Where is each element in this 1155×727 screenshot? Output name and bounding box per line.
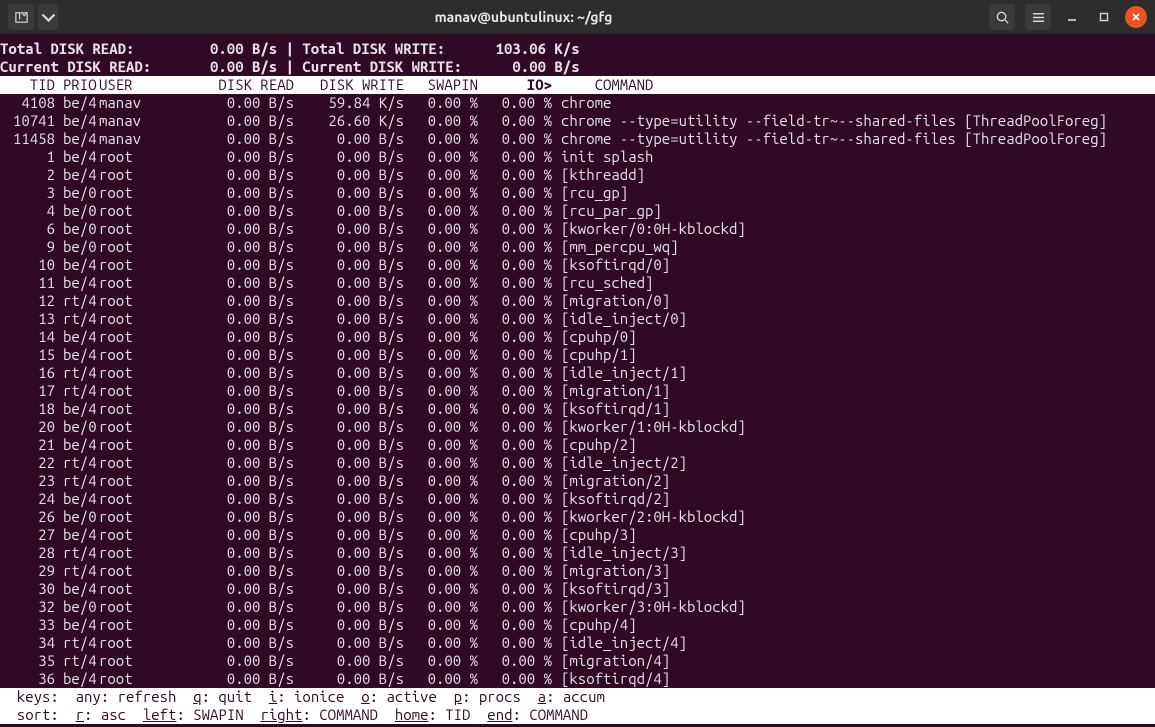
process-row[interactable]: 17rt/4root0.00 B/s0.00 B/s0.00 %0.00 %[m…: [0, 382, 1155, 400]
new-tab-button[interactable]: [8, 4, 34, 30]
process-row[interactable]: 36be/4root0.00 B/s0.00 B/s0.00 %0.00 %[k…: [0, 670, 1155, 688]
terminal[interactable]: Total DISK READ: 0.00 B/s | Total DISK W…: [0, 34, 1155, 727]
titlebar: manav@ubuntulinux: ~/gfg: [0, 0, 1155, 34]
col-disk-read[interactable]: DISK READ: [170, 76, 294, 94]
process-row[interactable]: 30be/4root0.00 B/s0.00 B/s0.00 %0.00 %[k…: [0, 580, 1155, 598]
minimize-button[interactable]: [1061, 6, 1083, 28]
process-row[interactable]: 32be/0root0.00 B/s0.00 B/s0.00 %0.00 %[k…: [0, 598, 1155, 616]
process-row[interactable]: 3be/0root0.00 B/s0.00 B/s0.00 %0.00 %[rc…: [0, 184, 1155, 202]
process-row[interactable]: 1be/4root0.00 B/s0.00 B/s0.00 %0.00 %ini…: [0, 148, 1155, 166]
search-icon: [995, 10, 1010, 25]
col-prio[interactable]: PRIO: [55, 76, 99, 94]
keybinds-sort: sort: r: asc left: SWAPIN right: COMMAND…: [0, 706, 1155, 724]
process-row[interactable]: 27be/4root0.00 B/s0.00 B/s0.00 %0.00 %[c…: [0, 526, 1155, 544]
process-row[interactable]: 26be/0root0.00 B/s0.00 B/s0.00 %0.00 %[k…: [0, 508, 1155, 526]
process-row[interactable]: 12rt/4root0.00 B/s0.00 B/s0.00 %0.00 %[m…: [0, 292, 1155, 310]
window-title: manav@ubuntulinux: ~/gfg: [58, 9, 989, 25]
minimize-icon: [1067, 12, 1077, 22]
col-user[interactable]: USER: [99, 76, 170, 94]
process-row[interactable]: 13rt/4root0.00 B/s0.00 B/s0.00 %0.00 %[i…: [0, 310, 1155, 328]
process-row[interactable]: 24be/4root0.00 B/s0.00 B/s0.00 %0.00 %[k…: [0, 490, 1155, 508]
summary-current: Current DISK READ: 0.00 B/s | Current DI…: [0, 58, 1155, 76]
process-row[interactable]: 16rt/4root0.00 B/s0.00 B/s0.00 %0.00 %[i…: [0, 364, 1155, 382]
col-disk-write[interactable]: DISK WRITE: [294, 76, 404, 94]
process-row[interactable]: 14be/4root0.00 B/s0.00 B/s0.00 %0.00 %[c…: [0, 328, 1155, 346]
process-row[interactable]: 10741be/4manav0.00 B/s26.60 K/s0.00 %0.0…: [0, 112, 1155, 130]
process-row[interactable]: 9be/0root0.00 B/s0.00 B/s0.00 %0.00 %[mm…: [0, 238, 1155, 256]
process-row[interactable]: 22rt/4root0.00 B/s0.00 B/s0.00 %0.00 %[i…: [0, 454, 1155, 472]
col-command[interactable]: COMMAND: [552, 76, 1155, 94]
maximize-icon: [1099, 12, 1109, 22]
process-row[interactable]: 20be/0root0.00 B/s0.00 B/s0.00 %0.00 %[k…: [0, 418, 1155, 436]
process-row[interactable]: 11458be/4manav0.00 B/s0.00 B/s0.00 %0.00…: [0, 130, 1155, 148]
col-swapin[interactable]: SWAPIN: [404, 76, 478, 94]
close-icon: [1131, 12, 1141, 22]
process-row[interactable]: 28rt/4root0.00 B/s0.00 B/s0.00 %0.00 %[i…: [0, 544, 1155, 562]
summary-total: Total DISK READ: 0.00 B/s | Total DISK W…: [0, 40, 1155, 58]
process-row[interactable]: 23rt/4root0.00 B/s0.00 B/s0.00 %0.00 %[m…: [0, 472, 1155, 490]
process-row[interactable]: 4be/0root0.00 B/s0.00 B/s0.00 %0.00 %[rc…: [0, 202, 1155, 220]
process-row[interactable]: 34rt/4root0.00 B/s0.00 B/s0.00 %0.00 %[i…: [0, 634, 1155, 652]
process-row[interactable]: 6be/0root0.00 B/s0.00 B/s0.00 %0.00 %[kw…: [0, 220, 1155, 238]
process-row[interactable]: 29rt/4root0.00 B/s0.00 B/s0.00 %0.00 %[m…: [0, 562, 1155, 580]
process-row[interactable]: 33be/4root0.00 B/s0.00 B/s0.00 %0.00 %[c…: [0, 616, 1155, 634]
process-list: 4108be/4manav0.00 B/s59.84 K/s0.00 %0.00…: [0, 94, 1155, 688]
column-header[interactable]: TID PRIO USER DISK READ DISK WRITE SWAPI…: [0, 76, 1155, 94]
hamburger-icon: [1031, 10, 1046, 25]
search-button[interactable]: [989, 4, 1015, 30]
process-row[interactable]: 10be/4root0.00 B/s0.00 B/s0.00 %0.00 %[k…: [0, 256, 1155, 274]
process-row[interactable]: 4108be/4manav0.00 B/s59.84 K/s0.00 %0.00…: [0, 94, 1155, 112]
col-io-sorted[interactable]: IO>: [478, 76, 552, 94]
process-row[interactable]: 15be/4root0.00 B/s0.00 B/s0.00 %0.00 %[c…: [0, 346, 1155, 364]
tab-dropdown-button[interactable]: [38, 4, 58, 30]
process-row[interactable]: 35rt/4root0.00 B/s0.00 B/s0.00 %0.00 %[m…: [0, 652, 1155, 670]
close-button[interactable]: [1125, 6, 1147, 28]
keybinds-keys: keys: any: refresh q: quit i: ionice o: …: [0, 688, 1155, 706]
process-row[interactable]: 11be/4root0.00 B/s0.00 B/s0.00 %0.00 %[r…: [0, 274, 1155, 292]
col-tid[interactable]: TID: [0, 76, 55, 94]
terminal-tab-icon: [14, 10, 29, 25]
process-row[interactable]: 21be/4root0.00 B/s0.00 B/s0.00 %0.00 %[c…: [0, 436, 1155, 454]
chevron-down-icon: [41, 10, 56, 25]
process-row[interactable]: 18be/4root0.00 B/s0.00 B/s0.00 %0.00 %[k…: [0, 400, 1155, 418]
process-row[interactable]: 2be/4root0.00 B/s0.00 B/s0.00 %0.00 %[kt…: [0, 166, 1155, 184]
maximize-button[interactable]: [1093, 6, 1115, 28]
menu-button[interactable]: [1025, 4, 1051, 30]
